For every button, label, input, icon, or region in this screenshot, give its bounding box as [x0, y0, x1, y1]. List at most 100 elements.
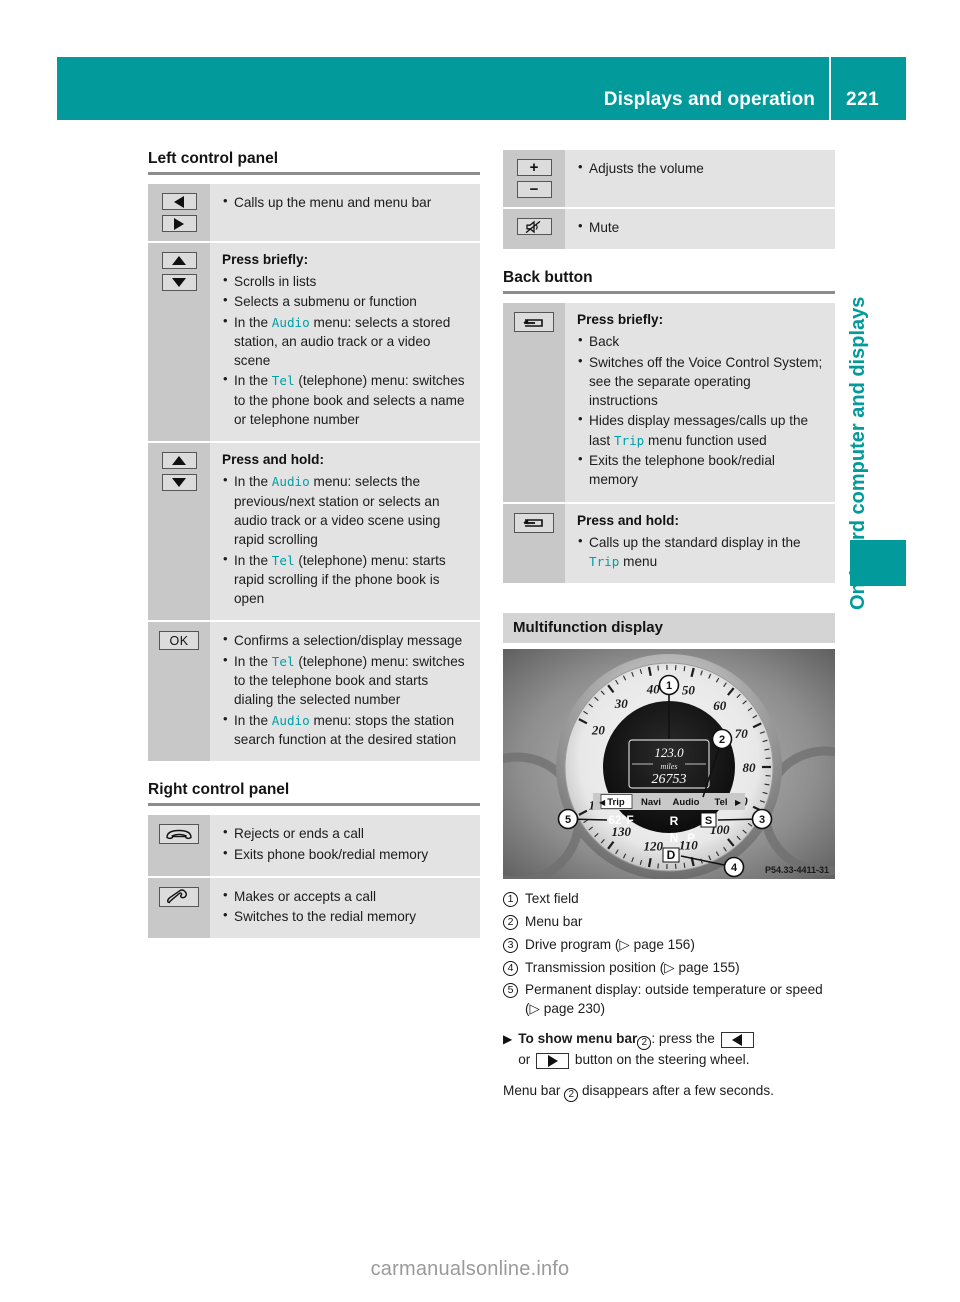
spec-bullet: In the Audio menu: selects the previous/… [222, 471, 468, 549]
bullet-text: In the [234, 373, 272, 389]
scale-label: 80 [743, 760, 757, 775]
spec-bullet: In the Audio menu: stops the station sea… [222, 710, 468, 750]
callout-number: 2 [719, 734, 725, 746]
legend-item: 5 Permanent display: outside temperature … [503, 981, 835, 1019]
menu-bar-item: Trip [607, 797, 625, 808]
transmission-position: N [670, 831, 679, 845]
spec-bullet-list: In the Audio menu: selects the previous/… [222, 471, 468, 608]
menu-bar-item: Audio [673, 797, 700, 808]
spec-row: Calls up the menu and menu bar [148, 184, 480, 243]
legend-text: Permanent display: outside temperature o… [525, 982, 823, 1017]
spec-row-icons [148, 877, 210, 939]
spec-row-icons [503, 209, 565, 250]
arrow-up-key-icon [161, 252, 197, 269]
end-call-key-icon [159, 824, 199, 845]
ok-key-icon: OK [159, 631, 199, 651]
right-column: +−Adjusts the volumeMute Back button Pre… [503, 150, 835, 1103]
spec-row-icons [148, 815, 210, 876]
arrow-right-key-icon [161, 215, 197, 232]
arrow-right-key-icon [536, 1052, 570, 1069]
volume-down-key-icon: − [516, 181, 552, 198]
spec-bullet: In the Tel (telephone) menu: switches to… [222, 370, 468, 429]
volume-up-key-icon: + [516, 159, 552, 176]
menu-bar-right-arrow-icon: ▶ [735, 798, 742, 807]
bullet-text: Makes or accepts a call [234, 888, 377, 904]
legend-item: 4 Transmission position (▷ page 155) [503, 959, 835, 978]
spec-bullet-list: Mute [577, 217, 823, 237]
scale-minor-tick [657, 665, 659, 671]
bullet-text: In the [234, 712, 272, 728]
bullet-text: In the [234, 474, 272, 490]
spec-row: Press and hold: Calls up the standard dis… [503, 503, 835, 584]
legend-item: 3 Drive program (▷ page 156) [503, 936, 835, 955]
arrow-down-key-icon [161, 474, 197, 492]
menu-name-highlight: Audio [271, 474, 310, 490]
bullet-text: Scrolls in lists [234, 274, 317, 289]
legend-callout-number: 5 [503, 983, 518, 999]
menu-name-highlight: Audio [271, 712, 310, 728]
instruction-text: To show menu bar 2: press the or button o… [518, 1029, 755, 1070]
spec-row-icons [148, 243, 210, 442]
spec-row-lead: Press and hold: [577, 512, 679, 528]
multifunction-display-svg: 2030405060708090100110120130140123.0mile… [503, 649, 835, 880]
spec-bullet: Makes or accepts a call [222, 886, 468, 906]
step-arrow-icon: ▶ [503, 1031, 513, 1046]
callout-ref-2b: 2 [564, 1088, 579, 1103]
arrow-left-key-icon [720, 1031, 754, 1048]
spec-bullet-list: Scrolls in lists Selects a submenu or fun… [222, 271, 468, 429]
scale-label: 20 [591, 723, 606, 738]
instruction-or: or [518, 1051, 531, 1067]
spec-row-icons: + − [503, 150, 565, 207]
transmission-position: D [667, 848, 676, 862]
page-header-bar: Displays and operation 221 [57, 57, 906, 120]
bullet-text: Back [589, 334, 620, 350]
back-key-icon [514, 512, 554, 533]
spec-row: +−Adjusts the volume [503, 150, 835, 209]
heading-rule-2 [148, 803, 480, 807]
spec-bullet: Adjusts the volume [577, 158, 823, 178]
multifunction-display-figure: Multifunction display 203040506070809010… [503, 613, 835, 880]
arrow-up-key-icon [161, 452, 197, 470]
drive-program-value: S [705, 815, 712, 827]
callout-number: 3 [759, 814, 765, 826]
menu-name-highlight: Tel [271, 552, 295, 568]
spec-row-lead: Press briefly: [222, 252, 309, 267]
spec-row-body: Rejects or ends a call Exits phone book/r… [210, 815, 480, 876]
spec-row-icons [148, 443, 210, 621]
spec-bullet-list: Calls up the menu and menu bar [222, 192, 468, 212]
spec-bullet: Calls up the menu and menu bar [222, 192, 468, 212]
menu-bar-item: Navi [641, 797, 661, 808]
heading-rule-3 [503, 291, 835, 295]
spec-bullet: Scrolls in lists [222, 271, 468, 291]
scale-label: 120 [644, 839, 664, 854]
bullet-text: menu [619, 553, 658, 569]
menu-bar-item: Tel [714, 797, 727, 808]
spec-bullet: Hides display messages/calls up the last… [577, 410, 823, 450]
figure-legend: 1 Text field 2 Menu bar 3 Drive program (▷ pa… [503, 890, 835, 1019]
spec-row-icons [503, 303, 565, 502]
menu-bar-left-arrow-icon: ◀ [599, 798, 606, 807]
spec-bullet: Calls up the standard display in the Tri… [577, 532, 823, 572]
transmission-position: R [670, 814, 679, 828]
accept-call-key-icon [159, 886, 199, 907]
scale-minor-tick [683, 862, 686, 869]
menu-name-highlight: Trip [589, 553, 620, 569]
back-button-table: Press briefly: Back Switches off the Voice… [503, 303, 835, 584]
spec-bullet: Switches to the redial memory [222, 906, 468, 926]
text-field-unit: miles [661, 762, 678, 771]
bullet-text: Switches off the Voice Control System; s… [589, 354, 823, 409]
bullet-text: Selects a submenu or function [234, 294, 417, 310]
menu-name-highlight: Trip [613, 432, 645, 448]
spec-row: Rejects or ends a call Exits phone book/r… [148, 815, 480, 878]
outside-temperature-value: 62°F [608, 813, 633, 827]
note-post: disappears after a few seconds. [582, 1083, 774, 1099]
spec-bullet: Back [577, 331, 823, 351]
legend-text: Transmission position (▷ page 155) [525, 959, 740, 975]
instruction-show-menu-bar: ▶ To show menu bar 2: press the or button… [503, 1029, 835, 1070]
spec-row: Makes or accepts a call Switches to the r… [148, 877, 480, 939]
spec-row-icons: OK [148, 622, 210, 762]
arrow-left-key-icon [161, 193, 197, 210]
spec-bullet: In the Audio menu: selects a stored stat… [222, 312, 468, 371]
legend-callout-number: 2 [503, 915, 518, 931]
spec-row: Press briefly: Scrolls in lists Selects a … [148, 243, 480, 444]
